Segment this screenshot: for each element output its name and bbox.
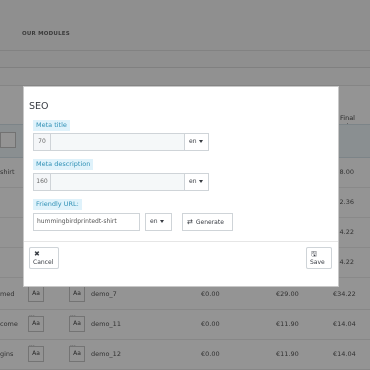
caret-down-icon — [198, 180, 203, 183]
meta-description-group: 160 — [33, 173, 187, 191]
meta-description-counter: 160 — [33, 173, 51, 191]
caret-down-icon — [159, 220, 164, 223]
friendly-url-group: hummingbirdprintedt-shirt — [33, 213, 140, 231]
friendly-url-input[interactable]: hummingbirdprintedt-shirt — [33, 213, 140, 231]
generate-button[interactable]: ⇄ Generate — [182, 213, 233, 231]
meta-description-label: Meta description — [33, 159, 94, 170]
friendly-url-label: Friendly URL: — [33, 199, 82, 210]
generate-label: Generate — [195, 219, 224, 226]
cancel-label: Cancel — [33, 259, 54, 266]
cancel-button[interactable]: ✖ Cancel — [29, 247, 59, 269]
shuffle-icon: ⇄ — [187, 218, 193, 226]
language-value: en — [189, 138, 197, 145]
meta-title-input[interactable] — [51, 133, 187, 151]
meta-title-counter: 70 — [33, 133, 51, 151]
meta-title-language-select[interactable]: en — [184, 133, 209, 151]
meta-description-language-select[interactable]: en — [184, 173, 209, 191]
meta-title-label: Meta title — [33, 120, 70, 131]
save-button[interactable]: 🖫 Save — [306, 247, 332, 269]
save-label: Save — [310, 259, 325, 266]
language-value: en — [150, 218, 158, 225]
meta-description-input[interactable] — [51, 173, 187, 191]
modal-title: SEO — [29, 101, 49, 112]
caret-down-icon — [198, 140, 203, 143]
modal-footer-divider — [24, 241, 338, 242]
friendly-url-language-select[interactable]: en — [145, 213, 172, 231]
meta-title-group: 70 — [33, 133, 187, 151]
language-value: en — [189, 178, 197, 185]
close-icon: ✖ — [34, 250, 40, 258]
seo-modal: SEO Meta title 70 en Meta description 16… — [23, 86, 339, 287]
